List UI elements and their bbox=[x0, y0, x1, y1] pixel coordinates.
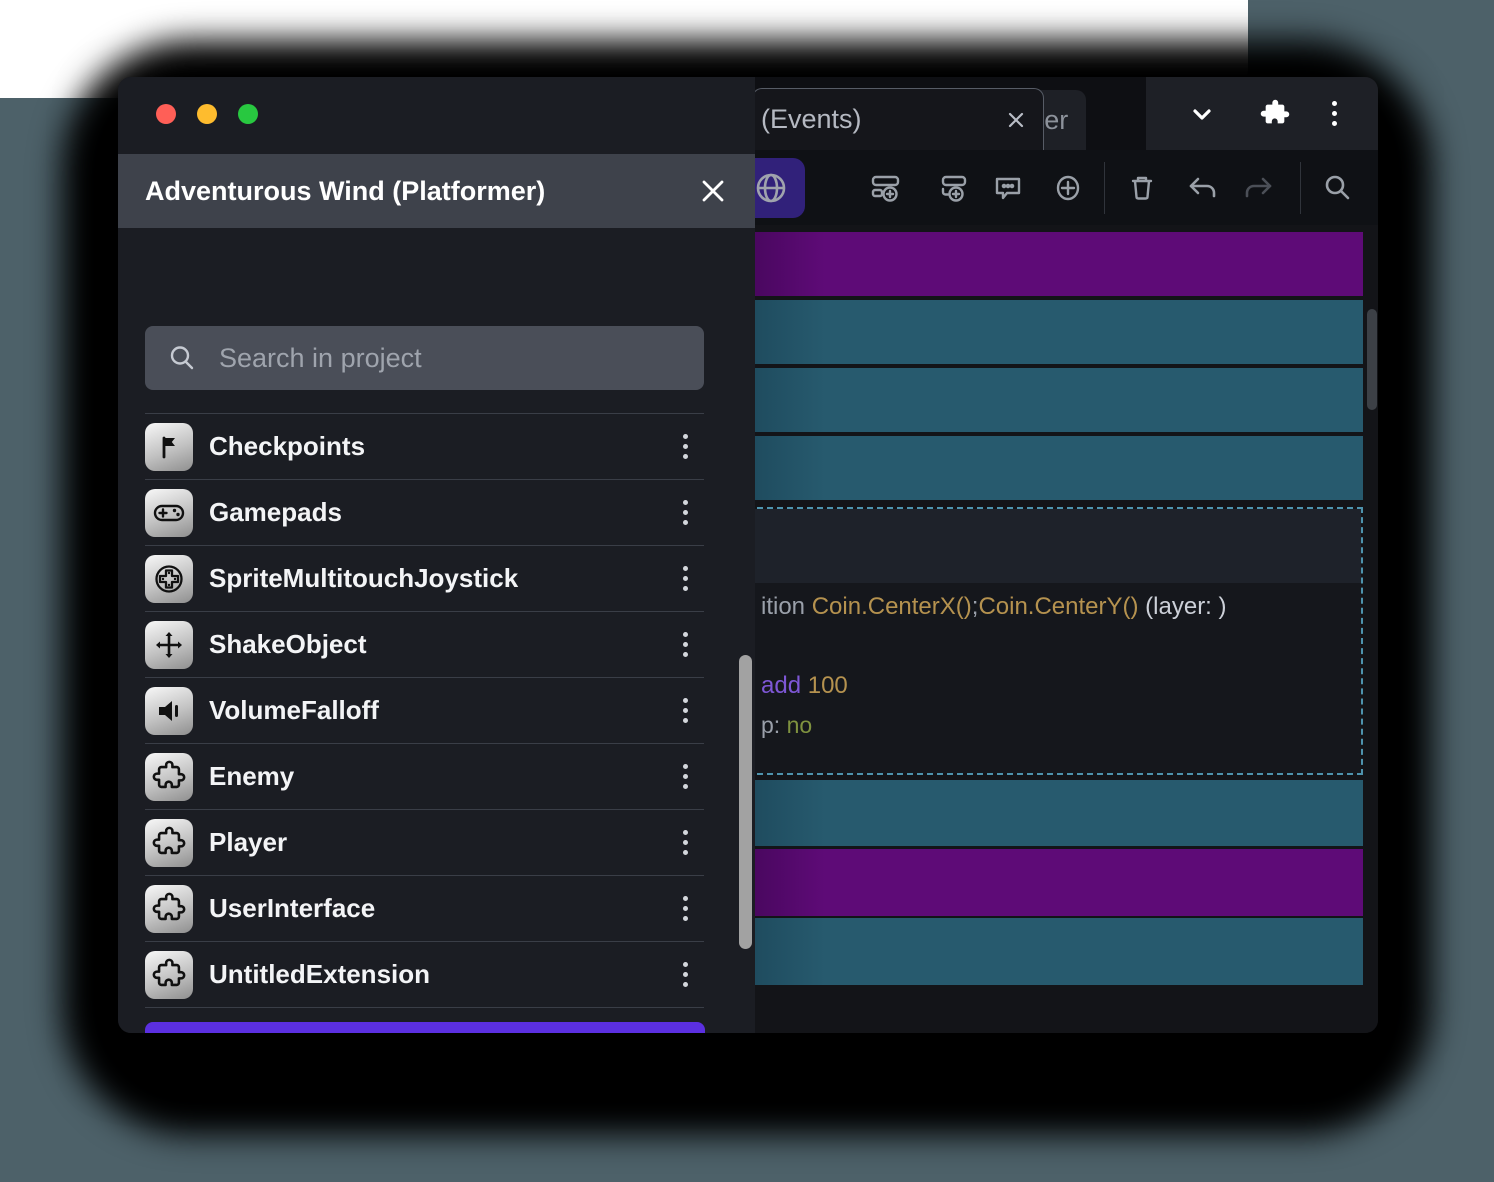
code-segment: no bbox=[787, 712, 813, 738]
project-panel-header: Adventurous Wind (Platformer) bbox=[118, 154, 755, 228]
code-segment: add bbox=[761, 672, 808, 699]
event-actions-block[interactable]: ition Coin.CenterX();Coin.CenterY() (lay… bbox=[755, 583, 1361, 773]
list-item[interactable]: UntitledExtension bbox=[145, 942, 704, 1008]
code-segment: p: bbox=[761, 712, 787, 738]
item-menu-icon[interactable] bbox=[683, 698, 688, 723]
move-icon bbox=[145, 621, 193, 669]
extensions-puzzle-icon[interactable] bbox=[1259, 98, 1291, 130]
item-menu-icon[interactable] bbox=[683, 500, 688, 525]
panel-scrollbar[interactable] bbox=[739, 655, 752, 949]
window-header-actions bbox=[1146, 77, 1378, 150]
close-icon[interactable] bbox=[699, 177, 727, 205]
toolbar-separator bbox=[1104, 162, 1105, 214]
zoom-window-button[interactable] bbox=[238, 104, 258, 124]
events-toolbar bbox=[755, 150, 1378, 225]
event-row-teal[interactable] bbox=[755, 300, 1363, 364]
close-window-button[interactable] bbox=[156, 104, 176, 124]
item-menu-icon[interactable] bbox=[683, 830, 688, 855]
events-scrollbar[interactable] bbox=[1367, 309, 1377, 410]
gamepad-icon bbox=[145, 489, 193, 537]
puzzle-icon bbox=[145, 885, 193, 933]
search-icon[interactable] bbox=[1320, 171, 1354, 205]
event-row-teal[interactable] bbox=[755, 436, 1363, 500]
trash-icon[interactable] bbox=[1125, 171, 1159, 205]
toolbar-separator bbox=[1300, 162, 1301, 214]
list-item-label: Player bbox=[209, 827, 287, 858]
event-action-line: ition Coin.CenterX();Coin.CenterY() (lay… bbox=[761, 592, 1361, 622]
puzzle-icon bbox=[145, 819, 193, 867]
event-row-teal[interactable] bbox=[755, 368, 1363, 432]
list-item-label: UntitledExtension bbox=[209, 959, 430, 990]
code-segment: Coin.CenterX() bbox=[812, 593, 972, 620]
list-item[interactable]: Checkpoints bbox=[145, 414, 704, 480]
list-item[interactable]: VolumeFalloff bbox=[145, 678, 704, 744]
kebab-menu-icon[interactable] bbox=[1332, 101, 1337, 126]
event-row-purple[interactable] bbox=[755, 849, 1363, 916]
code-segment: (layer: ) bbox=[1139, 593, 1227, 620]
event-action-line: p: no bbox=[761, 710, 1361, 740]
add-event-icon[interactable] bbox=[869, 171, 903, 205]
redo-icon[interactable] bbox=[1241, 171, 1275, 205]
add-comment-icon[interactable] bbox=[991, 171, 1025, 205]
search-box[interactable] bbox=[145, 326, 704, 390]
selected-event[interactable]: ition Coin.CenterX();Coin.CenterY() (lay… bbox=[755, 507, 1363, 775]
events-sheet: ition Coin.CenterX();Coin.CenterY() (lay… bbox=[755, 225, 1378, 1033]
list-item-label: ShakeObject bbox=[209, 629, 367, 660]
code-segment: ition bbox=[761, 593, 812, 620]
list-item-label: VolumeFalloff bbox=[209, 695, 379, 726]
puzzle-icon bbox=[145, 951, 193, 999]
app-window: (Events) Debugger bbox=[118, 77, 1378, 1033]
item-menu-icon[interactable] bbox=[683, 632, 688, 657]
event-row-purple[interactable] bbox=[755, 232, 1363, 296]
project-panel: Checkpoints Gamepads bbox=[118, 228, 755, 1033]
list-item[interactable]: UserInterface bbox=[145, 876, 704, 942]
window-titlebar bbox=[118, 77, 755, 154]
event-condition-block[interactable] bbox=[755, 509, 1361, 583]
item-menu-icon[interactable] bbox=[683, 764, 688, 789]
list-item-label: UserInterface bbox=[209, 893, 375, 924]
create-extension-button[interactable]: Create or search for new extensions bbox=[145, 1022, 705, 1033]
event-action-line: add 100 bbox=[761, 671, 1361, 701]
minimize-window-button[interactable] bbox=[197, 104, 217, 124]
puzzle-icon bbox=[145, 753, 193, 801]
speaker-icon bbox=[145, 687, 193, 735]
tab-close-icon[interactable] bbox=[1005, 109, 1027, 131]
item-menu-icon[interactable] bbox=[683, 434, 688, 459]
tab-events-label: (Events) bbox=[753, 104, 862, 135]
flag-icon bbox=[145, 423, 193, 471]
item-menu-icon[interactable] bbox=[683, 896, 688, 921]
list-item-label: Checkpoints bbox=[209, 431, 365, 462]
add-circle-icon[interactable] bbox=[1051, 171, 1085, 205]
list-item[interactable]: Gamepads bbox=[145, 480, 704, 546]
item-menu-icon[interactable] bbox=[683, 566, 688, 591]
list-item[interactable]: ShakeObject bbox=[145, 612, 704, 678]
code-segment: 100 bbox=[808, 672, 848, 699]
undo-icon[interactable] bbox=[1186, 171, 1220, 205]
list-item[interactable]: Enemy bbox=[145, 744, 704, 810]
list-item-label: Gamepads bbox=[209, 497, 342, 528]
event-row-teal[interactable] bbox=[755, 780, 1363, 846]
list-item-label: SpriteMultitouchJoystick bbox=[209, 563, 518, 594]
list-item[interactable]: Player bbox=[145, 810, 704, 876]
project-title: Adventurous Wind (Platformer) bbox=[118, 176, 545, 207]
tab-events[interactable]: (Events) bbox=[752, 88, 1044, 150]
code-segment: Coin.CenterY() bbox=[978, 593, 1138, 620]
list-item[interactable]: SpriteMultitouchJoystick bbox=[145, 546, 704, 612]
extensions-list: Checkpoints Gamepads bbox=[145, 413, 704, 1008]
search-icon bbox=[167, 343, 197, 373]
chevron-down-icon[interactable] bbox=[1187, 99, 1217, 129]
add-subevent-icon[interactable] bbox=[936, 171, 970, 205]
event-row-teal[interactable] bbox=[755, 918, 1363, 985]
search-input[interactable] bbox=[219, 343, 649, 374]
list-item-label: Enemy bbox=[209, 761, 294, 792]
joystick-icon bbox=[145, 555, 193, 603]
item-menu-icon[interactable] bbox=[683, 962, 688, 987]
